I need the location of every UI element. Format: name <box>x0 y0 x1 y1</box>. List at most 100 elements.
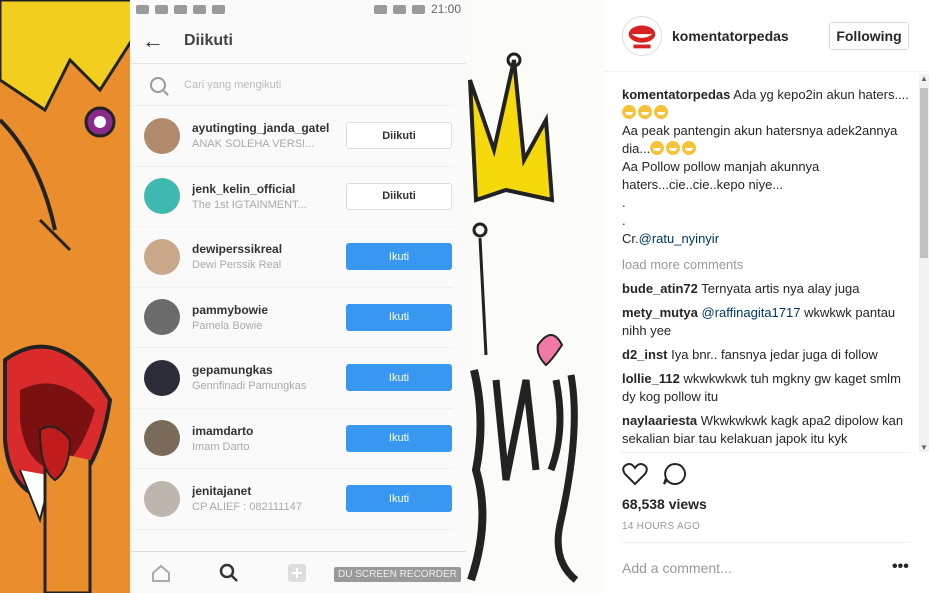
comment-item: lollie_112 wkwkwkwk tuh mgkny gw kaget s… <box>622 370 910 406</box>
user-avatar <box>144 238 180 275</box>
caption-username[interactable]: komentatorpedas <box>622 87 730 102</box>
search-icon <box>218 562 240 584</box>
user-fullname: Gennfinadi Pamungkas <box>192 380 307 393</box>
following-button[interactable]: Following <box>829 21 909 50</box>
post-header: komentatorpedas Following <box>604 0 929 72</box>
caption-dot: . <box>622 195 626 210</box>
add-post-icon <box>286 562 308 584</box>
phone-page-title: Diikuti <box>184 31 233 49</box>
post-side-panel: komentatorpedas Following komentatorpeda… <box>604 0 929 593</box>
post-caption: komentatorpedas Ada yg kepo2in akun hate… <box>622 86 910 248</box>
phone-user-row: jenitajanet CP ALIEF : 082111147 Ikuti <box>130 469 453 530</box>
back-arrow-icon: ← <box>142 27 164 53</box>
user-handle: gepamungkas <box>192 363 273 378</box>
like-heart-icon[interactable] <box>622 462 648 491</box>
phone-user-row: ayutingting_janda_gatel ANAK SOLEHA VERSI… <box>130 106 453 167</box>
crown-lettering-illustration <box>466 0 604 593</box>
comment-divider <box>622 542 911 543</box>
comment-item: mety_mutya @raffinagita1717 wkwkwk panta… <box>622 304 910 340</box>
laughing-emoji-icon <box>654 105 668 119</box>
phone-following-button: Diikuti <box>346 182 452 210</box>
phone-user-row: pammybowie Pamela Bowie Ikuti <box>130 288 453 348</box>
comment-username[interactable]: lollie_112 <box>622 371 680 386</box>
comment-username[interactable]: d2_inst <box>622 347 668 362</box>
phone-follow-button: Ikuti <box>346 303 452 331</box>
scrollbar-thumb[interactable] <box>920 88 928 258</box>
comments-list: komentatorpedas Ada yg kepo2in akun hate… <box>622 86 910 451</box>
laughing-emoji-icon <box>682 141 697 155</box>
laughing-emoji-icon <box>622 105 636 119</box>
following-list: ayutingting_janda_gatel ANAK SOLEHA VERSI… <box>130 106 467 530</box>
user-text-block: dewiperssikreal Dewi Perssik Real <box>192 242 334 271</box>
search-icon <box>150 76 166 93</box>
screen-recorder-watermark: DU SCREEN RECORDER <box>334 567 461 582</box>
instagram-post-window: 21:00 ← Diikuti Cari yang mengikuti ayut… <box>0 0 929 593</box>
phone-search-row: Cari yang mengikuti <box>130 64 453 106</box>
post-timestamp[interactable]: 14 HOURS AGO <box>622 521 700 532</box>
comment-username[interactable]: bude_atin72 <box>622 281 698 296</box>
user-handle: jenitajanet <box>192 484 252 499</box>
comment-mention[interactable]: @raffinagita1717 <box>702 305 801 320</box>
phone-header: ← Diikuti <box>130 18 467 64</box>
user-text-block: gepamungkas Gennfinadi Pamungkas <box>192 363 334 392</box>
laughing-emoji-icon <box>650 141 665 155</box>
phone-user-row: dewiperssikreal Dewi Perssik Real Ikuti <box>130 227 453 288</box>
views-count[interactable]: 68,538 views <box>622 496 707 512</box>
cartoon-face-illustration <box>0 0 132 593</box>
caption-line-1: Ada yg kepo2in akun haters.... <box>733 87 909 102</box>
laughing-emoji-icon <box>638 105 652 119</box>
owner-avatar[interactable] <box>622 15 662 56</box>
user-handle: pammybowie <box>192 302 269 317</box>
user-fullname: Pamela Bowie <box>192 319 263 332</box>
scroll-up-arrow-icon[interactable]: ▲ <box>919 74 929 83</box>
user-avatar <box>144 178 180 215</box>
user-avatar <box>144 420 180 457</box>
user-fullname: Dewi Perssik Real <box>192 259 282 272</box>
owner-username[interactable]: komentatorpedas <box>672 28 789 44</box>
caption-credit-mention[interactable]: @ratu_nyinyir <box>639 231 719 246</box>
phone-following-button: Diikuti <box>346 122 452 150</box>
comment-text: Ternyata artis nya alay juga <box>701 281 860 296</box>
scroll-down-arrow-icon[interactable]: ▼ <box>919 443 929 452</box>
phone-user-row: gepamungkas Gennfinadi Pamungkas Ikuti <box>130 348 453 409</box>
actions-divider <box>622 452 911 453</box>
comment-text: Iya bnr.. fansnya jedar juga di follow <box>671 347 878 362</box>
user-text-block: jenitajanet CP ALIEF : 082111147 <box>192 484 334 513</box>
user-fullname: Imam Darto <box>192 440 250 453</box>
comment-username[interactable]: mety_mutya <box>622 305 698 320</box>
user-handle: imamdarto <box>192 423 254 438</box>
comments-scrollbar[interactable]: ▲ ▼ <box>919 74 929 452</box>
user-avatar <box>144 359 180 396</box>
more-options-icon[interactable]: ••• <box>892 558 909 576</box>
user-text-block: jenk_kelin_official The 1st IGTAINMENT... <box>192 182 334 211</box>
caption-dot: . <box>622 213 626 228</box>
comment-username[interactable]: naylaariesta <box>622 413 697 428</box>
status-time: 21:00 <box>430 2 461 16</box>
phone-user-row: jenk_kelin_official The 1st IGTAINMENT...… <box>130 167 453 227</box>
post-media[interactable]: 21:00 ← Diikuti Cari yang mengikuti ayut… <box>0 0 604 593</box>
comment-bubble-icon[interactable] <box>662 462 688 491</box>
comment-item: bude_atin72 Ternyata artis nya alay juga <box>622 280 910 298</box>
phone-follow-button: Ikuti <box>346 243 452 271</box>
phone-follow-button: Ikuti <box>346 364 452 392</box>
user-fullname: CP ALIEF : 082111147 <box>192 501 302 514</box>
phone-follow-button: Ikuti <box>346 424 452 452</box>
status-notification-icons <box>136 4 225 14</box>
comment-item: naylaariesta Wkwkwkwk kagk apa2 dipolow … <box>622 412 910 448</box>
home-icon <box>150 562 172 584</box>
comment-item: d2_inst Iya bnr.. fansnya jedar juga di … <box>622 346 910 364</box>
phone-status-bar: 21:00 <box>130 0 467 18</box>
phone-screenshot: 21:00 ← Diikuti Cari yang mengikuti ayut… <box>130 0 467 593</box>
user-handle: dewiperssikreal <box>192 242 283 257</box>
user-avatar <box>144 299 180 336</box>
load-more-comments[interactable]: load more comments <box>622 256 910 274</box>
user-text-block: ayutingting_janda_gatel ANAK SOLEHA VERSI… <box>192 121 334 150</box>
user-handle: ayutingting_janda_gatel <box>192 121 330 136</box>
user-text-block: imamdarto Imam Darto <box>192 424 334 453</box>
caption-credit-prefix: Cr. <box>622 231 639 246</box>
add-comment-input[interactable]: Add a comment... <box>622 560 732 576</box>
user-avatar <box>144 480 180 517</box>
user-handle: jenk_kelin_official <box>192 181 296 196</box>
user-fullname: ANAK SOLEHA VERSI... <box>192 138 315 151</box>
caption-line-3: Aa Pollow pollow manjah akunnya haters..… <box>622 159 820 192</box>
